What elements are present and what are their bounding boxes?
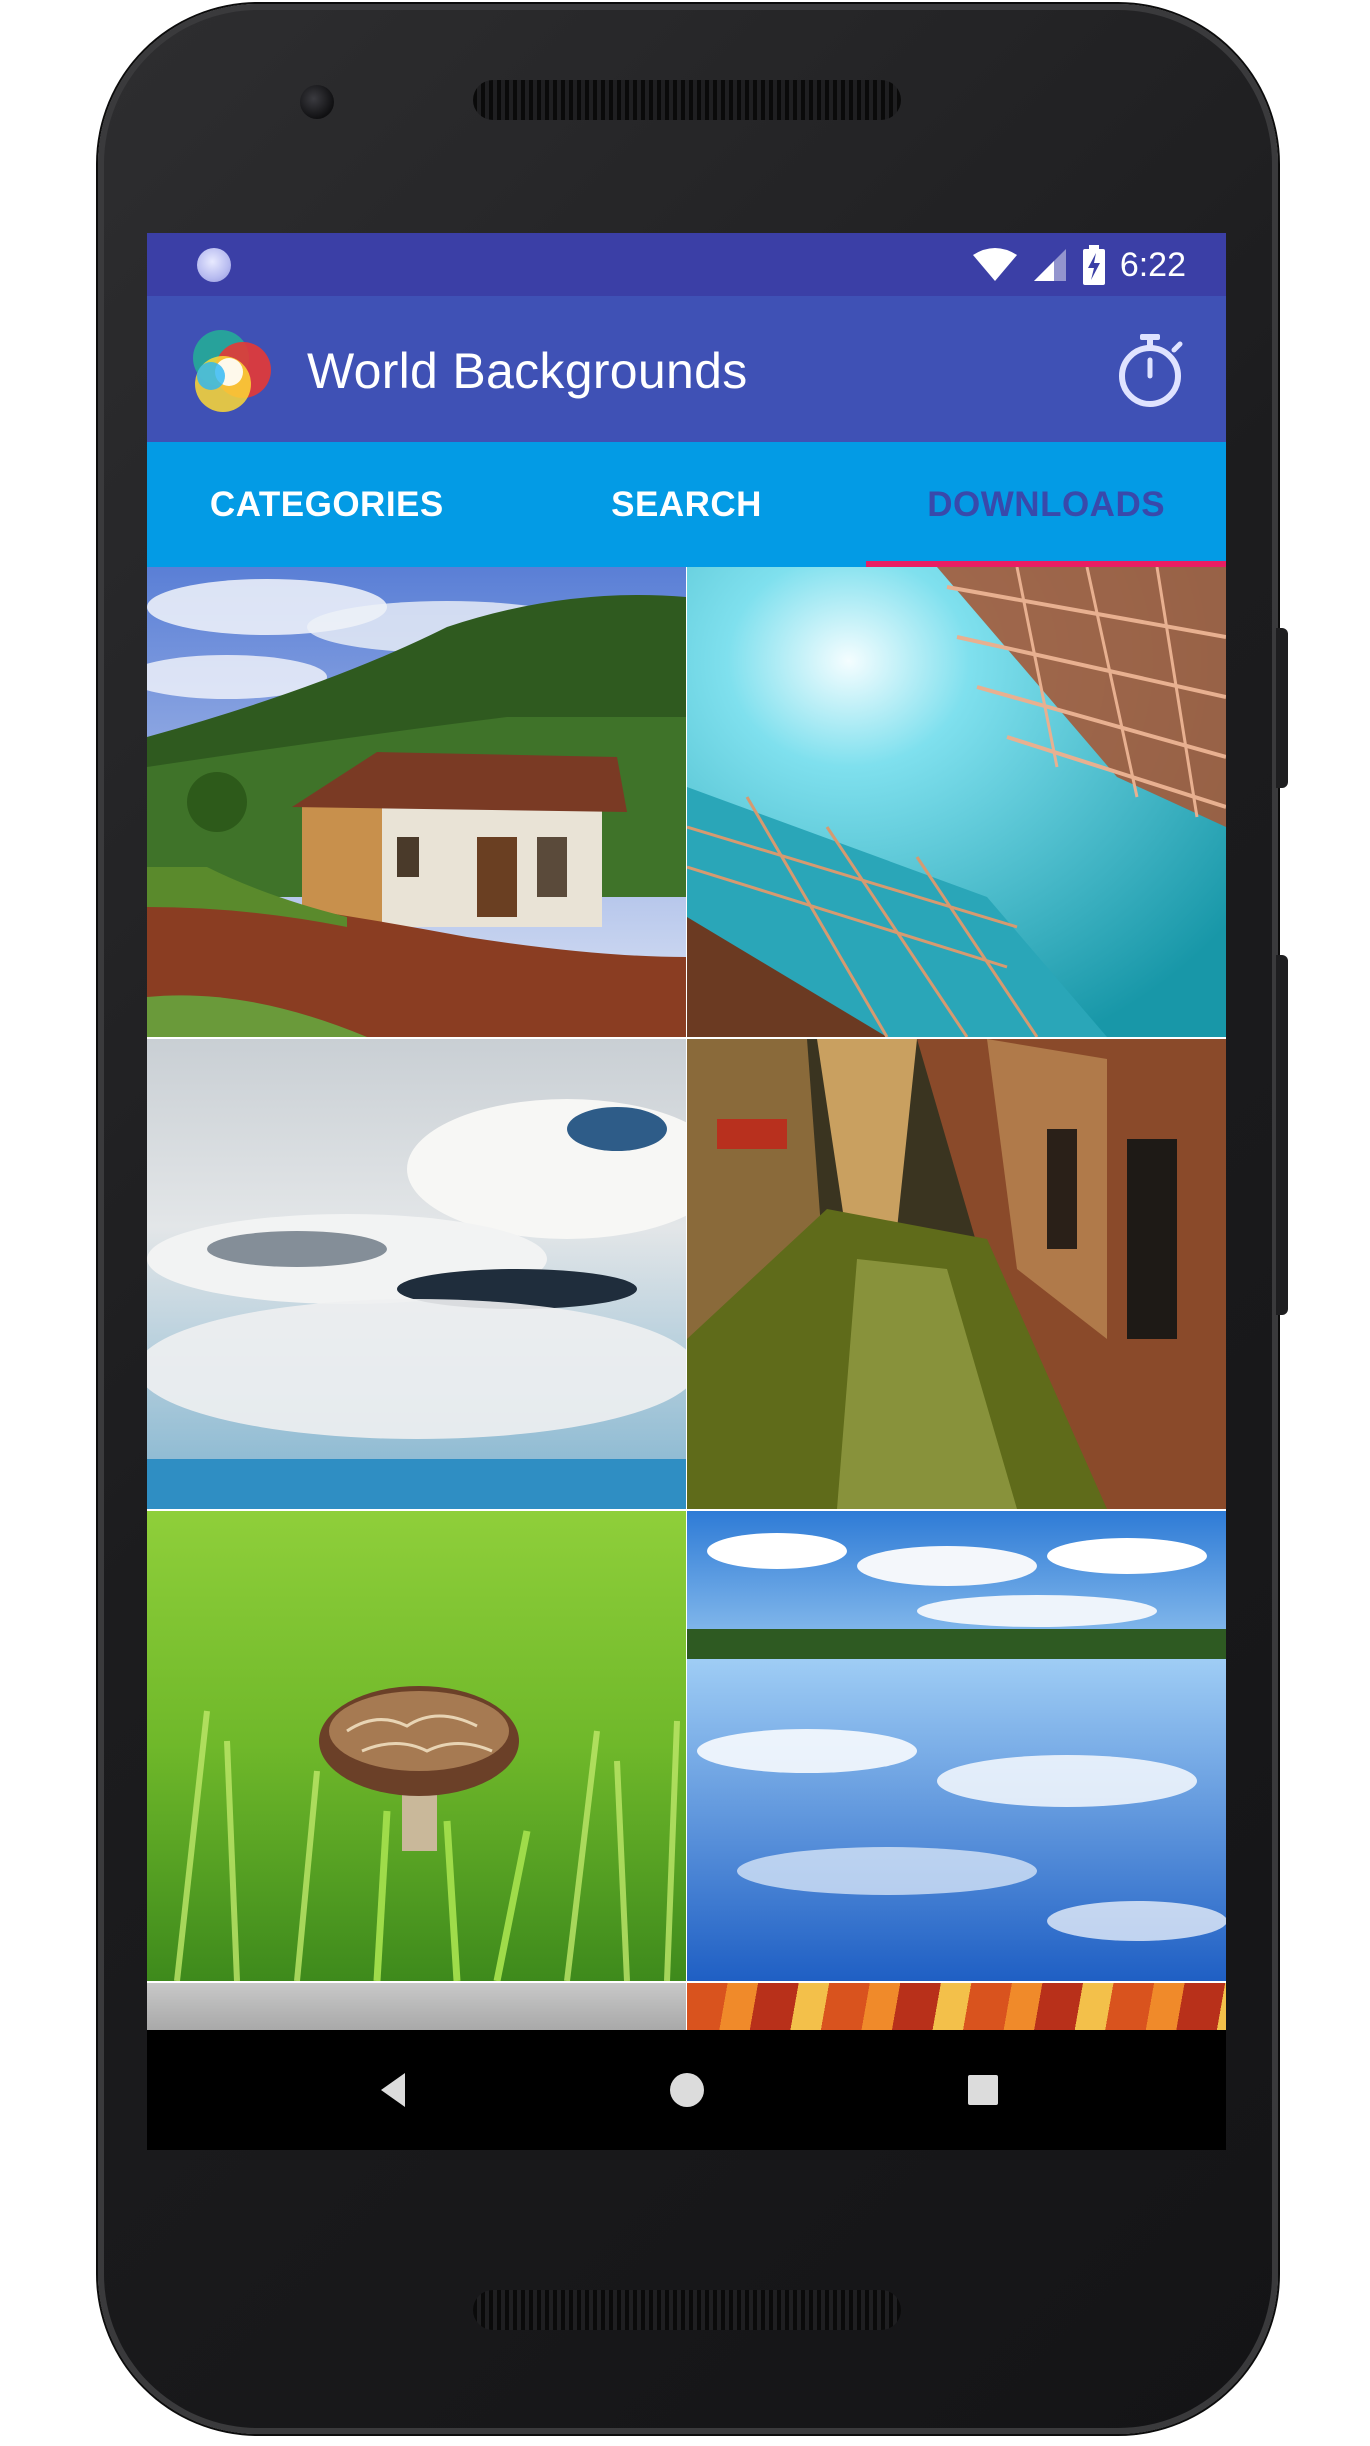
recents-icon[interactable] (958, 2065, 1008, 2115)
battery-charging-icon (1082, 245, 1105, 285)
wallpaper-grid (147, 567, 1226, 2030)
wallpaper-glass-building[interactable] (687, 567, 1226, 1037)
status-bar: 6:22 (147, 233, 1226, 296)
tab-downloads[interactable]: DOWNLOADS (866, 442, 1226, 567)
power-button (1276, 628, 1288, 788)
top-speaker (473, 80, 901, 120)
timer-icon[interactable] (1110, 330, 1190, 410)
wallpaper-countryside-house[interactable] (147, 567, 686, 1037)
status-icons: 6:22 (972, 243, 1186, 287)
status-time: 6:22 (1119, 245, 1186, 284)
cellular-signal-icon (1033, 249, 1066, 281)
wallpaper-sky-clouds[interactable] (147, 1039, 686, 1509)
wallpaper-mushroom-grass[interactable] (147, 1511, 686, 1981)
bottom-speaker (473, 2290, 901, 2330)
navigation-bar (147, 2030, 1226, 2150)
wifi-icon (972, 248, 1017, 281)
home-icon[interactable] (662, 2065, 712, 2115)
tab-search[interactable]: SEARCH (507, 442, 867, 567)
screen: 6:22 World Backgrounds CATEGORIES SEARCH… (147, 233, 1226, 2150)
tab-bar: CATEGORIES SEARCH DOWNLOADS (147, 442, 1226, 567)
notification-dot-icon (197, 248, 231, 282)
wallpaper-lake-reflection[interactable] (687, 1511, 1226, 1981)
app-title: World Backgrounds (307, 343, 748, 399)
wallpaper-venice-canal[interactable] (687, 1039, 1226, 1509)
tab-categories[interactable]: CATEGORIES (147, 442, 507, 567)
app-logo-icon (193, 330, 271, 412)
volume-button (1276, 955, 1288, 1315)
back-icon[interactable] (369, 2065, 419, 2115)
wallpaper-partial-autumn-leaves[interactable] (687, 1983, 1226, 2030)
front-camera (300, 85, 334, 119)
wallpaper-partial-gray[interactable] (147, 1983, 686, 2030)
app-bar: World Backgrounds (147, 296, 1226, 442)
